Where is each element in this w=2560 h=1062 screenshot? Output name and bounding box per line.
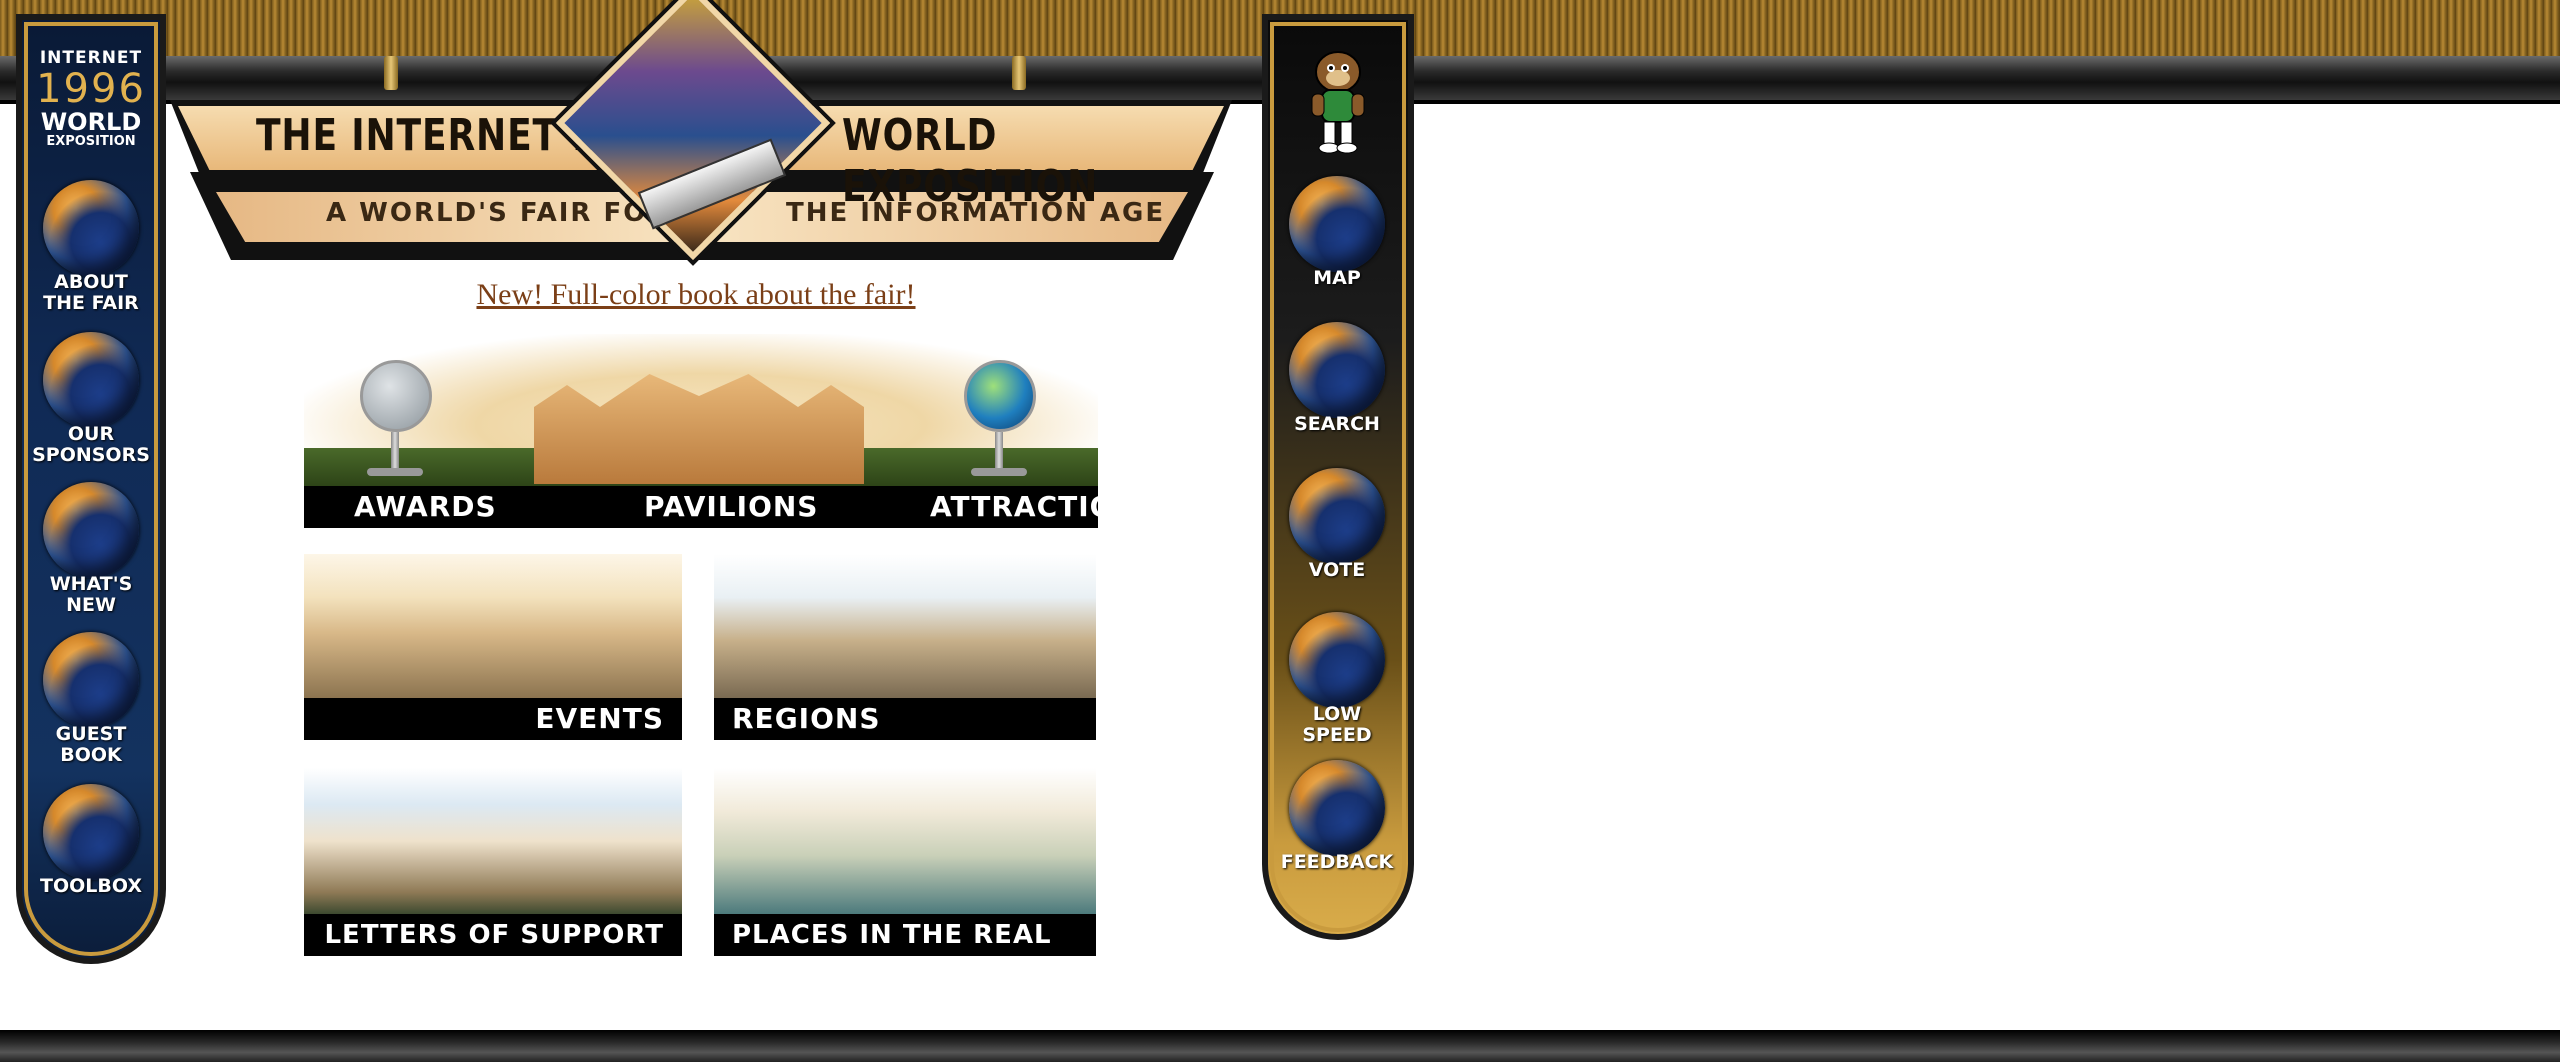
globe-icon: [43, 482, 139, 578]
expo-banner: THE INTERNET 1996 WORLD EXPOSITION A WOR…: [170, 0, 1234, 276]
globe-icon: [1289, 322, 1385, 418]
tile-places-in-real-world[interactable]: PLACES IN THE REAL WORLD: [714, 768, 1096, 956]
globe-icon: [43, 180, 139, 276]
regions-caption: REGIONS: [714, 698, 1096, 740]
globe-icon: [43, 784, 139, 880]
book-link[interactable]: New! Full-color book about the fair!: [0, 278, 1392, 312]
globe-icon: [1289, 760, 1385, 856]
nav-low-speed[interactable]: LOW SPEED: [1268, 612, 1406, 746]
logo-line-exposition: EXPOSITION: [46, 134, 136, 149]
events-image: [304, 554, 682, 698]
nav-label: MAP: [1313, 267, 1361, 289]
nav-label: GUEST BOOK: [55, 723, 127, 766]
nav-vote[interactable]: VOTE: [1268, 468, 1406, 581]
tile-regions[interactable]: REGIONS: [714, 554, 1096, 740]
globe-icon: [1289, 612, 1385, 708]
nav-guest-book[interactable]: GUEST BOOK: [22, 632, 160, 766]
regions-image: [714, 554, 1096, 698]
places-caption: PLACES IN THE REAL WORLD: [714, 914, 1096, 956]
letters-image: [304, 768, 682, 914]
banner-subtitle-right: THE INFORMATION AGE: [786, 198, 1166, 228]
attractions-globe-icon[interactable]: [964, 360, 1036, 480]
logo-line-internet: INTERNET: [39, 48, 143, 68]
globe-icon: [1289, 176, 1385, 272]
globe-icon: [1289, 468, 1385, 564]
awards-globe-icon[interactable]: [360, 360, 432, 480]
events-caption: EVENTS: [304, 698, 682, 740]
places-image: [714, 768, 1096, 914]
logo-line-world: WORLD: [40, 108, 142, 136]
pavilions-caption-bar: AWARDS PAVILIONS ATTRACTIONS: [304, 486, 1098, 528]
logo-line-year: 1996: [36, 66, 146, 112]
tile-events[interactable]: EVENTS: [304, 554, 682, 740]
tile-pavilions-banner: AWARDS PAVILIONS ATTRACTIONS: [304, 334, 1098, 528]
nav-label: SEARCH: [1294, 413, 1380, 435]
right-nav-column: MAP SEARCH VOTE LOW SPEED FEEDBACK: [1262, 14, 1414, 940]
expo-logo[interactable]: INTERNET 1996 WORLD EXPOSITION: [22, 48, 160, 149]
attractions-link[interactable]: ATTRACTIONS: [930, 486, 1098, 528]
nav-label: FEEDBACK: [1280, 851, 1394, 873]
nav-label: OUR SPONSORS: [32, 423, 150, 466]
banner-title-right: WORLD EXPOSITION: [842, 110, 1099, 212]
pavilions-link[interactable]: PAVILIONS: [644, 486, 818, 528]
nav-map[interactable]: MAP: [1268, 176, 1406, 289]
nav-our-sponsors[interactable]: OUR SPONSORS: [22, 332, 160, 466]
nav-search[interactable]: SEARCH: [1268, 322, 1406, 435]
nav-label: TOOLBOX: [40, 875, 142, 897]
nav-feedback[interactable]: FEEDBACK: [1268, 760, 1406, 873]
bottom-rail: [0, 1030, 2560, 1062]
banner-subtitle-left: A WORLD'S FAIR FOR: [326, 198, 670, 228]
globe-icon: [43, 632, 139, 728]
globe-icon: [43, 332, 139, 428]
letters-caption: LETTERS OF SUPPORT: [304, 914, 682, 956]
tile-letters-of-support[interactable]: LETTERS OF SUPPORT: [304, 768, 682, 956]
awards-link[interactable]: AWARDS: [354, 486, 497, 528]
nav-label: VOTE: [1308, 559, 1366, 581]
left-nav-column: INTERNET 1996 WORLD EXPOSITION ABOUT THE…: [16, 14, 166, 964]
mascot-icon[interactable]: [1298, 46, 1378, 156]
nav-label: LOW SPEED: [1302, 703, 1372, 746]
nav-label: WHAT'S NEW: [49, 573, 133, 616]
nav-whats-new[interactable]: WHAT'S NEW: [22, 482, 160, 616]
nav-toolbox[interactable]: TOOLBOX: [22, 784, 160, 897]
